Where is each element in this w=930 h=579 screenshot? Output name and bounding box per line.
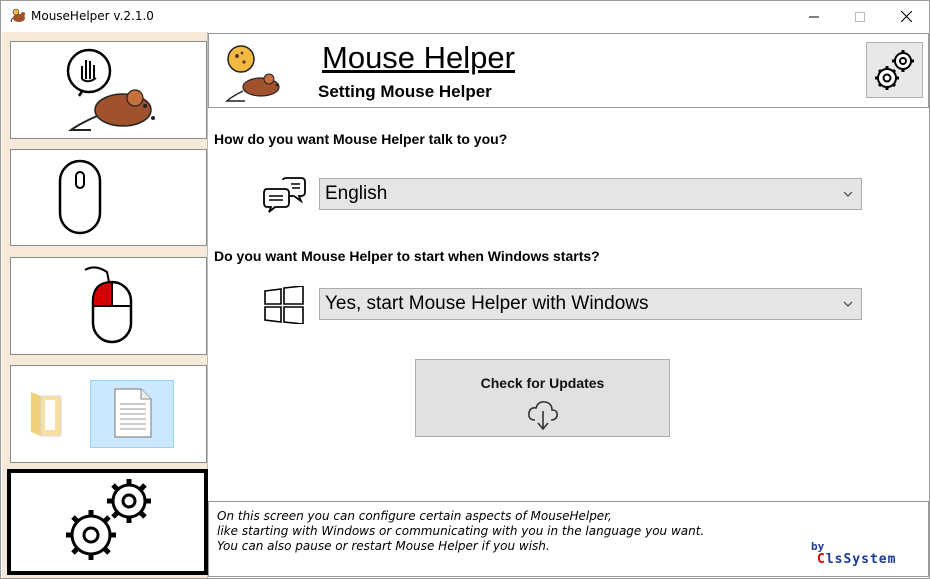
document-icon: [114, 388, 152, 438]
chevron-down-icon: [843, 301, 853, 307]
footer-panel: On this screen you can configure certain…: [208, 501, 929, 577]
hand-mouse-icon: [66, 48, 155, 131]
page-title: Mouse Helper: [322, 40, 515, 75]
sidebar: [2, 32, 208, 578]
folder-icon: [31, 392, 62, 437]
settings-button[interactable]: [866, 42, 923, 98]
maximize-button[interactable]: [837, 1, 883, 32]
chevron-down-icon: [843, 191, 853, 197]
close-icon: [900, 11, 912, 22]
gears-icon: [66, 479, 151, 560]
page-subtitle: Setting Mouse Helper: [318, 82, 492, 101]
footer-text-line-1: On this screen you can configure certain…: [217, 509, 612, 523]
footer-text-line-3: You can also pause or restart Mouse Help…: [217, 539, 550, 553]
startup-question: Do you want Mouse Helper to start when W…: [214, 248, 600, 264]
check-updates-label: Check for Updates: [480, 375, 605, 391]
check-updates-button[interactable]: Check for Updates: [415, 359, 670, 437]
chat-bubbles-icon: [263, 177, 306, 213]
mouse-left-click-icon: [84, 266, 133, 344]
app-logo-icon: [225, 45, 280, 102]
window-title: MouseHelper v.2.1.0: [31, 9, 154, 23]
language-select[interactable]: English: [319, 178, 862, 210]
app-mouse-icon: [10, 8, 25, 23]
title-bar: MouseHelper v.2.1.0: [1, 1, 929, 32]
language-selected-value: English: [325, 183, 388, 204]
brand-rest: lsSystem: [825, 552, 897, 567]
brand-logo[interactable]: ClsSystem: [817, 552, 896, 567]
minimize-icon: [809, 16, 819, 17]
mouse-outline-icon: [58, 159, 102, 235]
startup-select[interactable]: Yes, start Mouse Helper with Windows: [319, 288, 862, 320]
app-window: MouseHelper v.2.1.0 Mouse Helper Setting…: [0, 0, 930, 579]
sidebar-item-mouse[interactable]: [10, 149, 207, 246]
maximize-icon: [855, 11, 865, 22]
close-button[interactable]: [883, 1, 929, 32]
sidebar-item-click[interactable]: [10, 257, 207, 355]
footer-text-line-2: like starting with Windows or communicat…: [217, 524, 705, 538]
windows-logo-icon: [264, 286, 304, 324]
gears-icon: [874, 50, 914, 90]
sidebar-item-settings[interactable]: [7, 469, 208, 575]
brand-initial: C: [817, 552, 826, 567]
sidebar-item-about[interactable]: [10, 41, 207, 139]
header-panel: Mouse Helper Setting Mouse Helper: [208, 33, 929, 108]
language-question: How do you want Mouse Helper talk to you…: [214, 131, 508, 147]
cloud-download-icon: [528, 401, 558, 431]
sidebar-item-files[interactable]: [10, 365, 207, 463]
minimize-button[interactable]: [791, 1, 837, 32]
startup-selected-value: Yes, start Mouse Helper with Windows: [325, 293, 649, 314]
document-tile[interactable]: [90, 380, 174, 448]
